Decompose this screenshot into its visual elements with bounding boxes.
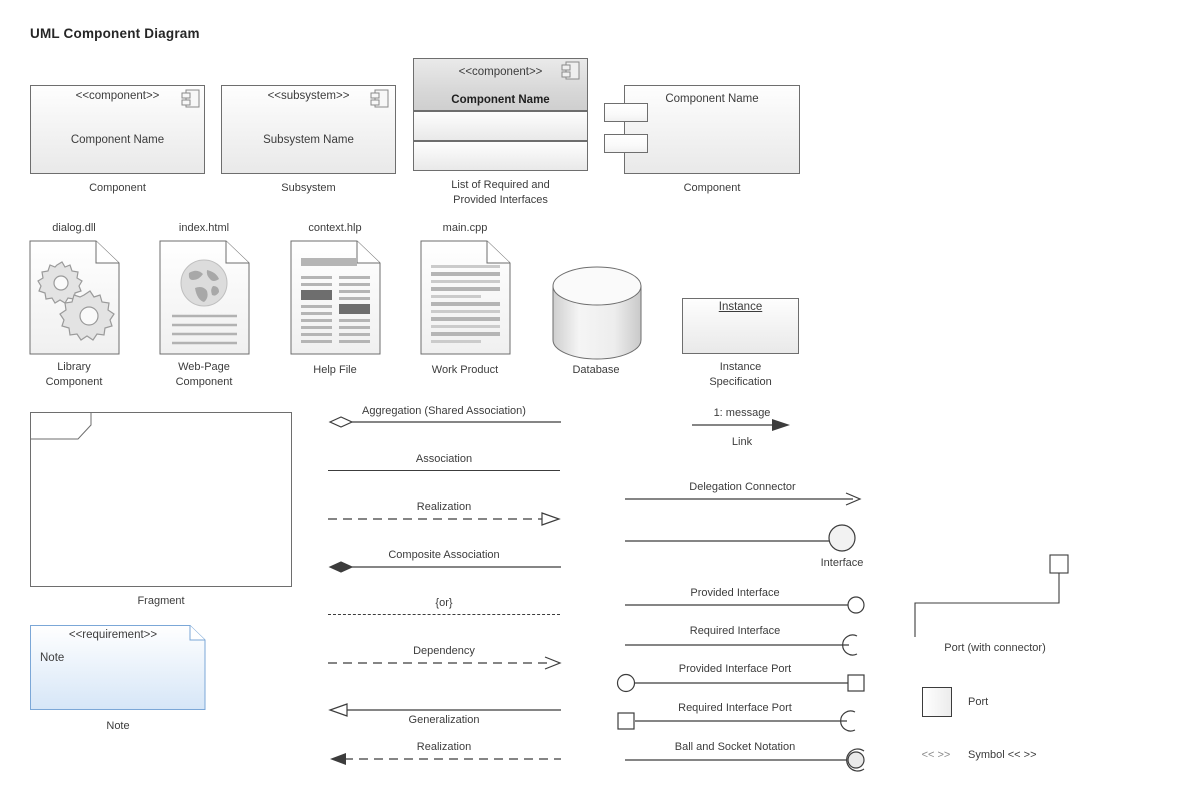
component-name: Component Name <box>70 134 165 146</box>
port-square[interactable] <box>922 687 952 717</box>
interfaces-list-compartment-2[interactable] <box>413 141 588 171</box>
interface-connector[interactable] <box>625 524 865 558</box>
webpage-caption-line2: Component <box>175 376 233 388</box>
link-connector[interactable] <box>692 418 792 432</box>
realization-connector[interactable] <box>328 511 562 527</box>
generalization-label: Generalization <box>408 714 480 726</box>
database-caption: Database <box>572 364 620 376</box>
required-interface-port-connector[interactable] <box>615 710 865 734</box>
provided-interface-connector[interactable] <box>625 596 865 616</box>
symbol-glyph: << >> <box>921 749 951 761</box>
component-with-ports-name: Component Name <box>665 93 759 105</box>
note-body: Note <box>40 652 65 664</box>
component-with-ports-caption: Component <box>683 182 741 194</box>
port-with-connector[interactable] <box>910 552 1070 642</box>
realization-back-connector[interactable] <box>328 751 562 767</box>
webpage-caption-line1: Web-Page <box>178 361 230 373</box>
interfaces-list-name: Component Name <box>451 94 550 106</box>
component-port-1[interactable] <box>604 103 648 122</box>
instance-specification-caption-line1: Instance <box>719 361 762 373</box>
or-constraint-label: {or} <box>435 597 453 609</box>
component-stereotype: <<component>> <box>75 90 160 102</box>
symbol-label: Symbol << >> <box>968 749 1037 761</box>
interfaces-list-compartment-1[interactable] <box>413 111 588 141</box>
library-artifact-icon[interactable] <box>29 240 121 355</box>
component-icon <box>370 89 389 108</box>
provided-interface-port-connector[interactable] <box>615 672 865 694</box>
subsystem-caption: Subsystem <box>281 182 336 194</box>
webpage-artifact-icon[interactable] <box>159 240 251 355</box>
diagram-canvas: UML Component Diagram <<component>> Comp… <box>0 0 1200 794</box>
association-connector[interactable] <box>328 470 560 471</box>
port-label: Port <box>968 696 989 708</box>
page-title: UML Component Diagram <box>30 26 200 41</box>
composite-association-connector[interactable] <box>328 559 562 575</box>
association-label: Association <box>415 453 473 465</box>
instance-specification-name: Instance <box>718 301 763 313</box>
component-icon <box>181 89 200 108</box>
library-caption-line1: Library <box>57 361 91 373</box>
note-caption: Note <box>106 720 130 732</box>
component-icon <box>561 61 580 80</box>
subsystem-name: Subsystem Name <box>263 134 354 146</box>
interface-sublabel: Interface <box>820 557 864 569</box>
component-port-2[interactable] <box>604 134 648 153</box>
instance-specification-caption-line2: Specification <box>709 376 772 388</box>
webpage-filename: index.html <box>178 222 230 234</box>
workproduct-caption-line1: Work Product <box>431 364 499 376</box>
or-constraint-connector[interactable] <box>328 614 560 615</box>
note-stereotype: <<requirement>> <box>68 629 158 641</box>
workproduct-artifact-icon[interactable] <box>420 240 512 355</box>
delegation-connector[interactable] <box>625 492 862 506</box>
interfaces-list-caption-line2: Provided Interfaces <box>453 194 548 206</box>
required-interface-connector[interactable] <box>625 634 865 658</box>
interfaces-list-caption-line1: List of Required and <box>451 179 550 191</box>
port-with-connector-label: Port (with connector) <box>944 642 1046 654</box>
database-icon[interactable] <box>551 266 647 362</box>
fragment-box[interactable] <box>30 412 292 587</box>
helpfile-caption-line1: Help File <box>313 364 357 376</box>
library-caption-line2: Component <box>45 376 103 388</box>
ball-and-socket-connector[interactable] <box>625 748 870 774</box>
dependency-connector[interactable] <box>328 655 562 671</box>
library-filename: dialog.dll <box>52 222 96 234</box>
workproduct-filename: main.cpp <box>442 222 488 234</box>
fragment-caption: Fragment <box>137 595 185 607</box>
helpfile-filename: context.hlp <box>308 222 362 234</box>
link-sublabel: Link <box>731 436 753 448</box>
aggregation-connector[interactable] <box>328 414 562 430</box>
component-caption: Component <box>89 182 146 194</box>
helpfile-artifact-icon[interactable] <box>290 240 382 355</box>
